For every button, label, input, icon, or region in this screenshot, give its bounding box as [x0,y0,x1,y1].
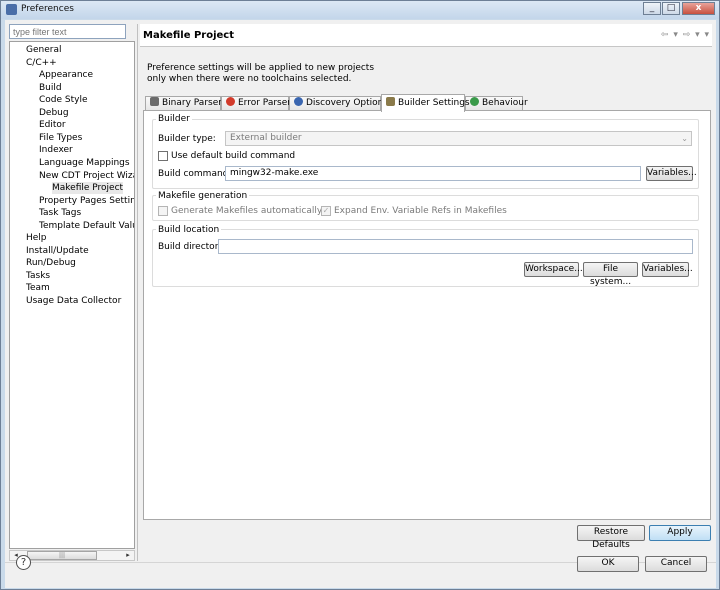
close-button[interactable]: x [682,2,715,15]
builder-type-select[interactable]: External builder ⌄ [225,131,692,146]
ok-button[interactable]: OK [577,556,639,572]
preferences-tree[interactable]: General C/C++ Appearance Build Code Style Deb… [9,41,135,549]
builder-type-value: External builder [230,133,302,143]
tree-item[interactable]: Property Pages Setting [39,195,134,207]
tree-item[interactable]: Tasks [26,270,50,282]
expand-env-refs-checkbox[interactable]: ✓ [321,206,331,216]
eclipse-app-icon [6,4,17,15]
page-title: Makefile Project [143,30,235,41]
generate-makefiles-label: Generate Makefiles automatically [171,206,323,216]
tree-item[interactable]: File Types [39,132,82,144]
tree-item[interactable]: Build [39,82,62,94]
tree-item[interactable]: Help [26,232,47,244]
tree-item[interactable]: Task Tags [39,207,81,219]
history-navigation-icons[interactable]: ⇦ ▾ ⇨ ▾ ▾ [661,30,710,40]
build-command-label: Build command: [158,169,232,179]
tab-label: Behaviour [482,98,528,108]
dialog-client-area: GeneralC/C++AppearanceBuildCode StyleDeb… [5,20,716,588]
behaviour-icon [470,97,479,106]
tree-item[interactable]: Debug [39,107,69,119]
builder-icon [386,97,395,106]
tab-label: Error Parsers [238,98,296,108]
scroll-right-icon[interactable]: ▸ [123,551,133,560]
build-directory-input[interactable] [218,239,693,254]
tree-item[interactable]: Makefile Project [52,182,124,195]
tab-label: Discovery Options [306,98,389,108]
tab-binary-parsers[interactable]: Binary Parsers [145,96,227,111]
tab-discovery-options[interactable]: Discovery Options [289,96,388,111]
tree-item[interactable]: Install/Update [26,245,89,257]
discovery-icon [294,97,303,106]
tree-item[interactable]: Team [26,282,50,294]
binary-parser-icon [150,97,159,106]
minimize-button[interactable]: _ [643,2,661,15]
tree-item[interactable]: Template Default Value [39,220,134,232]
makefile-generation-label: Makefile generation [156,191,250,201]
description-line: Preference settings will be applied to n… [147,63,375,73]
build-command-input[interactable]: mingw32-make.exe [225,166,641,181]
tree-item[interactable]: Code Style [39,94,88,106]
location-variables-button[interactable]: Variables... [642,262,693,277]
generate-makefiles-checkbox[interactable] [158,206,168,216]
restore-defaults-button[interactable]: Restore Defaults [577,525,645,550]
maximize-button[interactable]: □ [662,2,680,15]
tree-item[interactable]: Run/Debug [26,257,76,269]
tab-label: Builder Settings [398,98,470,108]
help-icon[interactable]: ? [16,555,31,570]
tree-item[interactable]: C/C++ [26,57,57,69]
workspace-button[interactable]: Workspace... [524,262,583,277]
page-header: Makefile Project ⇦ ▾ ⇨ ▾ ▾ [140,24,712,47]
tree-item[interactable]: Language Mappings [39,157,130,169]
builder-variables-button[interactable]: Variables... [646,166,697,181]
apply-button[interactable]: Apply [649,525,711,541]
cancel-button[interactable]: Cancel [645,556,707,572]
description-line: only when there were no toolchains selec… [147,74,352,84]
file-system-button[interactable]: File system... [583,262,638,287]
tree-item[interactable]: Indexer [39,144,73,156]
use-default-build-command-checkbox[interactable] [158,151,168,161]
tab-behaviour[interactable]: Behaviour [465,96,528,111]
builder-settings-panel: Builder Builder type: External builder ⌄… [143,110,711,520]
build-directory-label: Build directory: [158,242,227,252]
build-location-label: Build location [156,225,222,235]
scroll-thumb[interactable]: ||| [27,551,97,560]
title-bar: Preferences _ □ x [1,1,719,19]
tree-item[interactable]: Usage Data Collector [26,295,121,307]
tab-label: Binary Parsers [162,98,227,108]
tree-item[interactable]: General [26,44,61,56]
builder-group-label: Builder [156,114,192,124]
sash-divider[interactable] [137,24,138,561]
expand-env-refs-label: Expand Env. Variable Refs in Makefiles [334,206,507,216]
page-description: Preference settings will be applied to n… [147,63,374,85]
use-default-build-command-label: Use default build command [171,151,296,161]
tree-item[interactable]: New CDT Project Wiza [39,170,134,182]
chevron-down-icon: ⌄ [681,134,688,143]
tree-item[interactable]: Editor [39,119,66,131]
builder-type-label: Builder type: [158,134,216,144]
preferences-window: Preferences _ □ x GeneralC/C++Appearance… [0,0,720,590]
filter-input[interactable] [9,24,126,39]
error-icon [226,97,235,106]
tree-item[interactable]: Appearance [39,69,93,81]
tab-error-parsers[interactable]: Error Parsers [221,96,296,111]
tab-builder-settings[interactable]: Builder Settings [381,94,470,112]
window-title: Preferences [21,4,74,14]
